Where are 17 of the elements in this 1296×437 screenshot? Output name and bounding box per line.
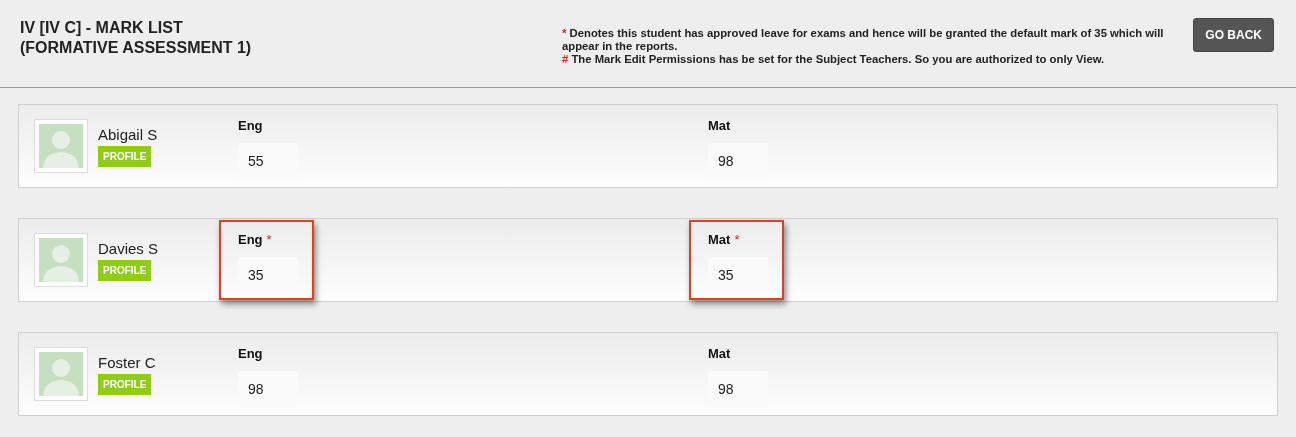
student-name: Abigail S bbox=[98, 125, 158, 143]
subject-label: Mat bbox=[708, 346, 731, 361]
go-back-button[interactable]: GO BACK bbox=[1193, 18, 1274, 52]
note-text: # The Mark Edit Permissions has be set for the Subject Teachers. So you are authorized to only View. bbox=[562, 53, 1106, 66]
note-text: * Denotes this student has approved leave for exams and hence will be granted the default mark of 35 which will appear in the reports. bbox=[562, 27, 1165, 53]
student-name: Foster C bbox=[98, 353, 156, 371]
avatar-icon bbox=[34, 233, 88, 287]
avatar-icon bbox=[34, 119, 88, 173]
subject-label: Eng bbox=[238, 346, 263, 361]
student-name: Davies S bbox=[98, 239, 159, 257]
subject-label: Eng bbox=[238, 118, 263, 133]
page-title: (FORMATIVE ASSESSMENT 1) bbox=[20, 38, 253, 58]
subject-label: Mat bbox=[708, 118, 731, 133]
subject-label: Mat * bbox=[708, 232, 740, 247]
page-title: IV [IV C] - MARK LIST bbox=[20, 18, 184, 38]
avatar-icon bbox=[34, 347, 88, 401]
subject-label: Eng * bbox=[238, 232, 272, 247]
